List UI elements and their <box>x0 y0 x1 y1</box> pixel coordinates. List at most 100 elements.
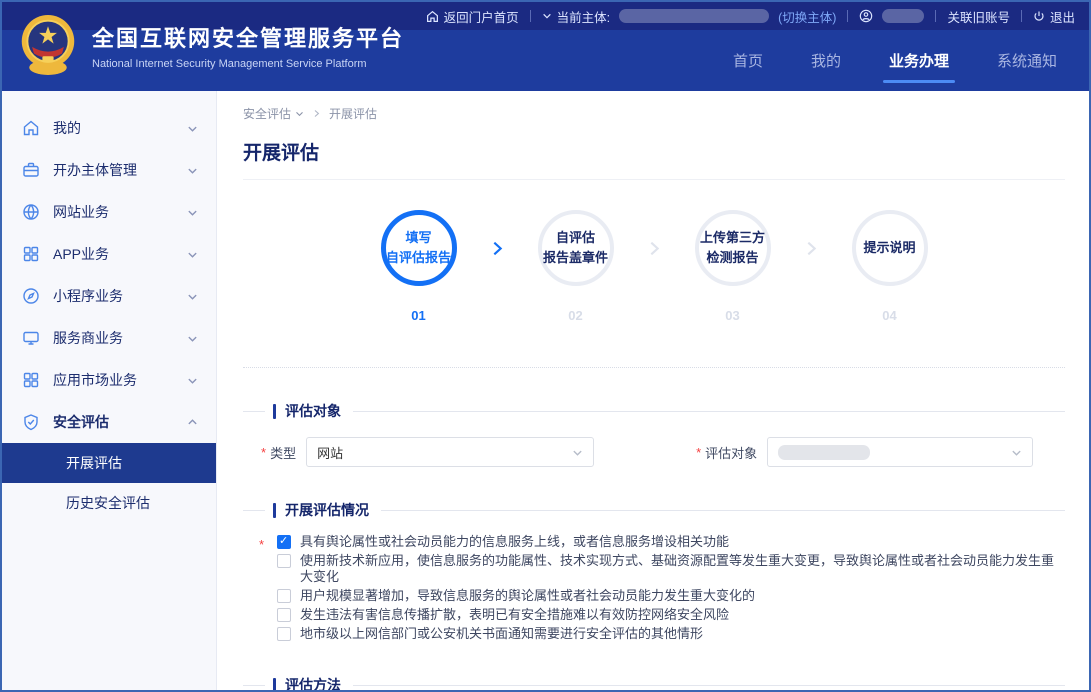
divider <box>243 685 265 686</box>
main-content: 安全评估 开展评估 开展评估 填写 自评估报告 01 <box>217 91 1089 690</box>
step-label-line1: 提示说明 <box>863 238 915 258</box>
compass-icon <box>22 287 40 305</box>
checkbox-checked-icon[interactable] <box>277 535 291 549</box>
checkbox-label: 用户规模显著增加，导致信息服务的舆论属性或者社会动员能力发生重大变化的 <box>300 588 755 604</box>
step-2-stamped-report: 自评估 报告盖章件 02 <box>528 210 624 323</box>
chevron-right-icon <box>803 240 820 257</box>
step-number: 01 <box>411 308 425 323</box>
situation-checkbox-group: * 具有舆论属性或社会动员能力的信息服务上线，或者信息服务增设相关功能 使用新技… <box>243 534 1065 642</box>
user-account[interactable] <box>859 9 924 23</box>
sidebar-item-subject-management[interactable]: 开办主体管理 <box>2 149 216 191</box>
nav-tab-notifications[interactable]: 系统通知 <box>995 40 1059 81</box>
return-portal-home-label: 返回门户首页 <box>444 7 519 26</box>
chevron-down-icon <box>572 447 583 458</box>
chevron-down-icon <box>187 123 198 134</box>
divider <box>243 510 265 511</box>
checkbox-unchecked-icon[interactable] <box>277 627 291 641</box>
link-old-account-label: 关联旧账号 <box>947 7 1010 26</box>
required-mark: * <box>259 537 264 552</box>
chevron-up-icon <box>187 417 198 428</box>
checkbox-option-2[interactable]: 使用新技术新应用，使信息服务的功能属性、技术实现方式、基础资源配置等发生重大变更… <box>277 553 1065 585</box>
brand: 全国互联网安全管理服务平台 National Internet Security… <box>18 10 404 80</box>
sidebar-item-mine[interactable]: 我的 <box>2 107 216 149</box>
switch-subject-link[interactable]: (切换主体) <box>778 7 836 26</box>
checkbox-option-3[interactable]: 用户规模显著增加，导致信息服务的舆论属性或者社会动员能力发生重大变化的 <box>277 588 1065 604</box>
section-header-situation: 开展评估情况 <box>243 500 1065 520</box>
body: 我的 开办主体管理 网站业务 APP业务 小程序业务 <box>2 91 1089 690</box>
sidebar-subitem-history-assessment[interactable]: 历史安全评估 <box>2 483 216 523</box>
section-accent-bar <box>273 404 276 419</box>
target-select[interactable] <box>767 437 1033 467</box>
sidebar: 我的 开办主体管理 网站业务 APP业务 小程序业务 <box>2 91 217 690</box>
sidebar-item-label: 网站业务 <box>53 202 187 222</box>
breadcrumb-level1-label: 安全评估 <box>243 105 291 122</box>
sidebar-item-label: 小程序业务 <box>53 286 187 306</box>
sidebar-item-label: 安全评估 <box>53 412 187 432</box>
sidebar-item-miniprogram-business[interactable]: 小程序业务 <box>2 275 216 317</box>
step-label-line2: 报告盖章件 <box>543 248 608 268</box>
section-header-method: 评估方法 <box>243 675 1065 690</box>
target-pair: * 评估对象 <box>696 437 1033 467</box>
section-accent-bar <box>273 503 276 518</box>
sidebar-item-label: 服务商业务 <box>53 328 187 348</box>
type-select-value: 网站 <box>317 443 343 462</box>
platform-title-en: National Internet Security Management Se… <box>92 58 404 70</box>
checkbox-option-5[interactable]: 地市级以上网信部门或公安机关书面通知需要进行安全评估的其他情形 <box>277 626 1065 642</box>
platform-title-cn: 全国互联网安全管理服务平台 <box>92 21 404 53</box>
step-label-line2: 检测报告 <box>706 248 758 268</box>
redacted-target-value <box>778 445 870 460</box>
checkbox-unchecked-icon[interactable] <box>277 589 291 603</box>
sidebar-item-security-assessment[interactable]: 安全评估 <box>2 401 216 443</box>
checkbox-option-1[interactable]: 具有舆论属性或社会动员能力的信息服务上线，或者信息服务增设相关功能 <box>277 534 1065 550</box>
logout-button[interactable]: 退出 <box>1033 7 1075 26</box>
separator <box>935 10 936 22</box>
breadcrumb-level2-label: 开展评估 <box>329 105 377 122</box>
current-subject-label: 当前主体: <box>557 7 610 26</box>
power-icon <box>1033 10 1045 22</box>
current-subject[interactable]: 当前主体: (切换主体) <box>542 7 837 26</box>
brand-titles: 全国互联网安全管理服务平台 National Internet Security… <box>92 21 404 70</box>
nav-tab-mine[interactable]: 我的 <box>809 40 843 81</box>
step-4-notice: 提示说明 04 <box>842 210 938 323</box>
page-title: 开展评估 <box>243 138 1065 180</box>
checkbox-unchecked-icon[interactable] <box>277 608 291 622</box>
nav-tab-home[interactable]: 首页 <box>731 40 765 81</box>
return-portal-home-link[interactable]: 返回门户首页 <box>426 7 519 26</box>
nav-tab-business[interactable]: 业务办理 <box>887 40 951 81</box>
step-circle: 上传第三方 检测报告 <box>695 210 771 286</box>
step-label-line1: 上传第三方 <box>700 228 765 248</box>
divider <box>381 510 1065 511</box>
breadcrumb-level1[interactable]: 安全评估 <box>243 105 304 122</box>
chevron-down-icon <box>1011 447 1022 458</box>
type-select[interactable]: 网站 <box>306 437 594 467</box>
step-1-fill-self-assessment: 填写 自评估报告 01 <box>371 210 467 323</box>
sidebar-item-label: 开办主体管理 <box>53 160 187 180</box>
checkbox-unchecked-icon[interactable] <box>277 554 291 568</box>
link-old-account[interactable]: 关联旧账号 <box>947 7 1010 26</box>
user-icon <box>859 9 873 23</box>
assessment-stepper: 填写 自评估报告 01 自评估 报告盖章件 02 上传第三方 <box>243 210 1065 323</box>
required-mark: * <box>261 445 266 460</box>
type-label: 类型 <box>270 443 296 462</box>
section-title: 评估对象 <box>285 401 341 421</box>
redacted-username <box>882 9 924 23</box>
chevron-down-icon <box>187 333 198 344</box>
chevron-right-icon <box>489 240 506 257</box>
sidebar-item-app-business[interactable]: APP业务 <box>2 233 216 275</box>
chevron-down-icon <box>187 375 198 386</box>
sidebar-item-website-business[interactable]: 网站业务 <box>2 191 216 233</box>
step-3-third-party-report: 上传第三方 检测报告 03 <box>685 210 781 323</box>
sidebar-subitem-start-assessment[interactable]: 开展评估 <box>2 443 216 483</box>
grid-icon <box>22 245 40 263</box>
section-title: 评估方法 <box>285 675 341 690</box>
sidebar-item-provider-business[interactable]: 服务商业务 <box>2 317 216 359</box>
step-label-line2: 自评估报告 <box>386 248 451 268</box>
globe-icon <box>22 203 40 221</box>
step-circle: 自评估 报告盖章件 <box>538 210 614 286</box>
briefcase-icon <box>22 161 40 179</box>
checkbox-option-4[interactable]: 发生违法有害信息传播扩散，表明已有安全措施难以有效防控网络安全风险 <box>277 607 1065 623</box>
step-circle: 填写 自评估报告 <box>381 210 457 286</box>
sidebar-item-appmarket-business[interactable]: 应用市场业务 <box>2 359 216 401</box>
chevron-down-icon <box>187 165 198 176</box>
step-circle: 提示说明 <box>852 210 928 286</box>
